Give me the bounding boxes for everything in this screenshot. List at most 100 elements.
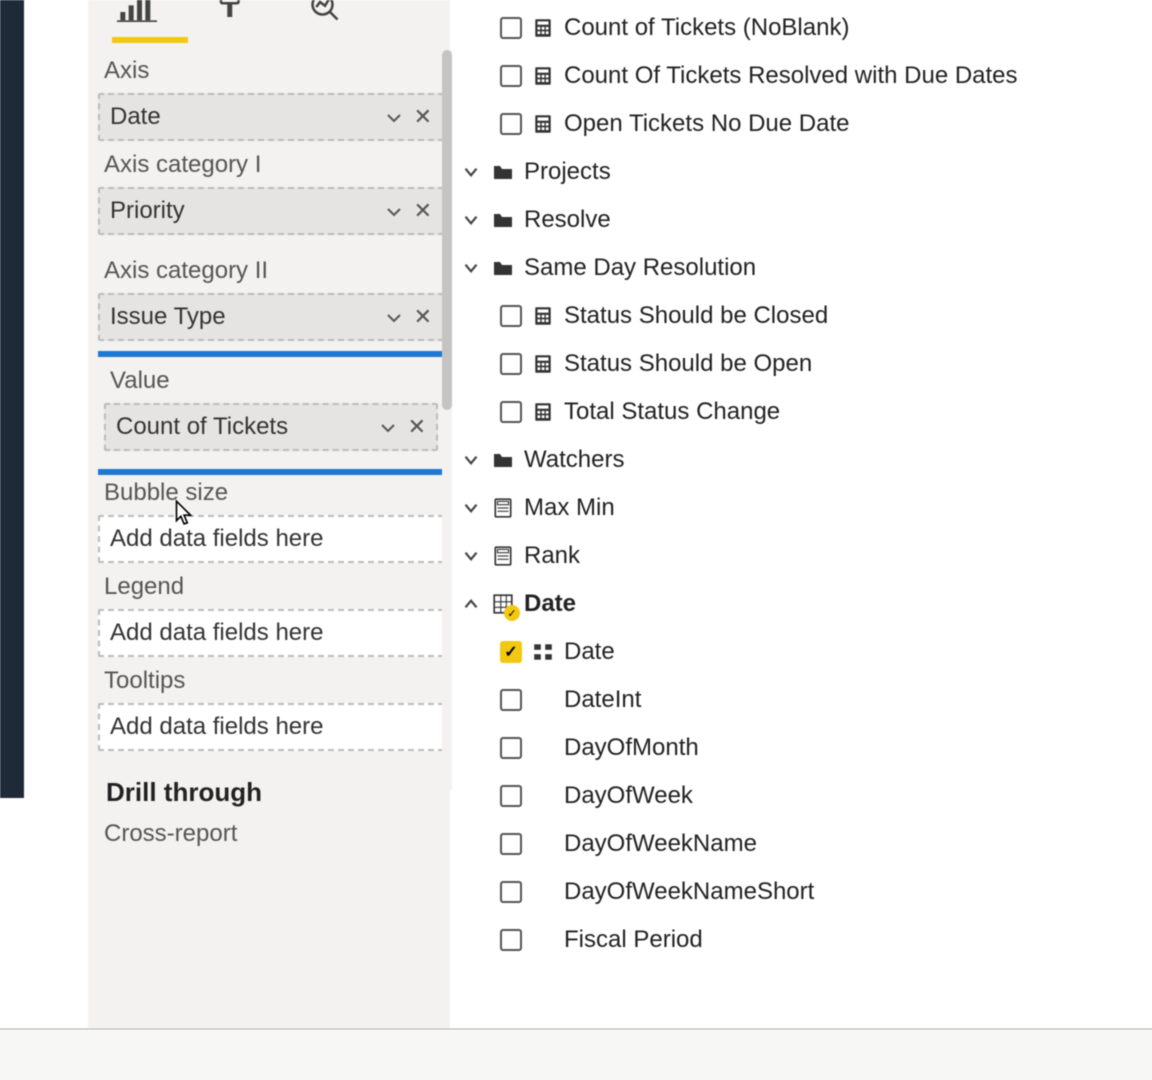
axis-cat1-pill[interactable]: Priority ✕	[98, 187, 444, 235]
remove-field-icon[interactable]: ✕	[414, 106, 432, 128]
field-label: DayOfWeek	[564, 782, 693, 810]
fields-tab-icon[interactable]	[116, 0, 158, 29]
field-label: Max Min	[524, 494, 615, 522]
field-label: Date	[524, 590, 576, 618]
table-icon	[492, 593, 514, 615]
expand-caret-icon[interactable]	[460, 497, 482, 519]
bubble-dropzone[interactable]: Add data fields here	[98, 515, 444, 563]
field-checkbox[interactable]	[500, 65, 522, 87]
field-row[interactable]: Watchers	[450, 436, 1152, 484]
field-checkbox[interactable]	[500, 785, 522, 807]
field-label: DayOfWeekNameShort	[564, 878, 814, 906]
remove-field-icon[interactable]: ✕	[414, 306, 432, 328]
field-label: DateInt	[564, 686, 641, 714]
field-label: Projects	[524, 158, 611, 186]
active-tab-underline	[112, 37, 188, 43]
value-well-highlight: Value Count of Tickets ✕	[98, 351, 444, 475]
field-checkbox[interactable]	[500, 305, 522, 327]
field-checkbox[interactable]	[500, 641, 522, 663]
field-label: Watchers	[524, 446, 624, 474]
analytics-tab-icon[interactable]	[304, 0, 346, 29]
field-row[interactable]: Projects	[450, 148, 1152, 196]
value-field-value: Count of Tickets	[116, 413, 288, 441]
field-row[interactable]: DayOfWeek	[450, 772, 1152, 820]
wells-scrollbar-thumb[interactable]	[442, 50, 452, 410]
field-row[interactable]: Rank	[450, 532, 1152, 580]
axis-cat2-value: Issue Type	[110, 303, 226, 331]
cross-report-label: Cross-report	[104, 820, 440, 848]
remove-field-icon[interactable]: ✕	[414, 200, 432, 222]
field-row[interactable]: Max Min	[450, 484, 1152, 532]
field-checkbox[interactable]	[500, 881, 522, 903]
format-tab-icon[interactable]	[210, 0, 252, 29]
value-label: Value	[110, 367, 434, 395]
chevron-down-icon[interactable]	[384, 307, 404, 327]
expand-caret-icon[interactable]	[460, 257, 482, 279]
field-row[interactable]: Resolve	[450, 196, 1152, 244]
field-row[interactable]: DayOfWeekName	[450, 820, 1152, 868]
field-label: Same Day Resolution	[524, 254, 756, 282]
chevron-down-icon[interactable]	[384, 107, 404, 127]
field-row[interactable]: DateInt	[450, 676, 1152, 724]
field-row[interactable]: Count of Tickets (NoBlank)	[450, 4, 1152, 52]
tooltips-label: Tooltips	[104, 667, 440, 695]
measure-icon	[532, 65, 554, 87]
field-checkbox[interactable]	[500, 737, 522, 759]
field-row[interactable]: Status Should be Closed	[450, 292, 1152, 340]
axis-cat1-value: Priority	[110, 197, 185, 225]
measure-icon	[532, 17, 554, 39]
axis-cat2-pill[interactable]: Issue Type ✕	[98, 293, 444, 341]
legend-dropzone[interactable]: Add data fields here	[98, 609, 444, 657]
vis-tab-icons	[98, 0, 444, 37]
field-label: Rank	[524, 542, 580, 570]
field-checkbox[interactable]	[500, 689, 522, 711]
wells-scrollbar[interactable]	[442, 50, 452, 790]
field-label: Status Should be Closed	[564, 302, 828, 330]
field-label: Date	[564, 638, 615, 666]
field-label: Resolve	[524, 206, 611, 234]
value-field-pill[interactable]: Count of Tickets ✕	[104, 403, 438, 451]
field-checkbox[interactable]	[500, 833, 522, 855]
field-row[interactable]: Date	[450, 580, 1152, 628]
tooltips-dropzone[interactable]: Add data fields here	[98, 703, 444, 751]
expand-caret-icon[interactable]	[460, 593, 482, 615]
chevron-down-icon[interactable]	[378, 417, 398, 437]
expand-caret-icon[interactable]	[460, 545, 482, 567]
folder-icon	[492, 209, 514, 231]
expand-caret-icon[interactable]	[460, 161, 482, 183]
measure-icon	[532, 353, 554, 375]
field-row[interactable]: Fiscal Period	[450, 916, 1152, 964]
field-row[interactable]: Status Should be Open	[450, 340, 1152, 388]
measure-icon	[532, 113, 554, 135]
field-checkbox[interactable]	[500, 353, 522, 375]
field-row[interactable]: Open Tickets No Due Date	[450, 100, 1152, 148]
field-label: Open Tickets No Due Date	[564, 110, 849, 138]
axis-cat1-label: Axis category I	[104, 151, 440, 179]
remove-field-icon[interactable]: ✕	[408, 416, 426, 438]
field-row[interactable]: Total Status Change	[450, 388, 1152, 436]
field-label: DayOfMonth	[564, 734, 699, 762]
legend-placeholder: Add data fields here	[110, 619, 323, 647]
field-label: Status Should be Open	[564, 350, 812, 378]
field-row[interactable]: Date	[450, 628, 1152, 676]
field-label: Total Status Change	[564, 398, 780, 426]
field-row[interactable]: Count Of Tickets Resolved with Due Dates	[450, 52, 1152, 100]
measure-icon	[492, 545, 514, 567]
field-checkbox[interactable]	[500, 113, 522, 135]
field-row[interactable]: DayOfWeekNameShort	[450, 868, 1152, 916]
field-checkbox[interactable]	[500, 17, 522, 39]
expand-caret-icon[interactable]	[460, 209, 482, 231]
field-row[interactable]: DayOfMonth	[450, 724, 1152, 772]
field-label: DayOfWeekName	[564, 830, 757, 858]
axis-field-pill[interactable]: Date ✕	[98, 93, 444, 141]
axis-field-value: Date	[110, 103, 161, 131]
field-checkbox[interactable]	[500, 929, 522, 951]
expand-caret-icon[interactable]	[460, 449, 482, 471]
chevron-down-icon[interactable]	[384, 201, 404, 221]
field-row[interactable]: Same Day Resolution	[450, 244, 1152, 292]
tooltips-placeholder: Add data fields here	[110, 713, 323, 741]
folder-icon	[492, 257, 514, 279]
measure-icon	[532, 401, 554, 423]
field-checkbox[interactable]	[500, 401, 522, 423]
bubble-placeholder: Add data fields here	[110, 525, 323, 553]
